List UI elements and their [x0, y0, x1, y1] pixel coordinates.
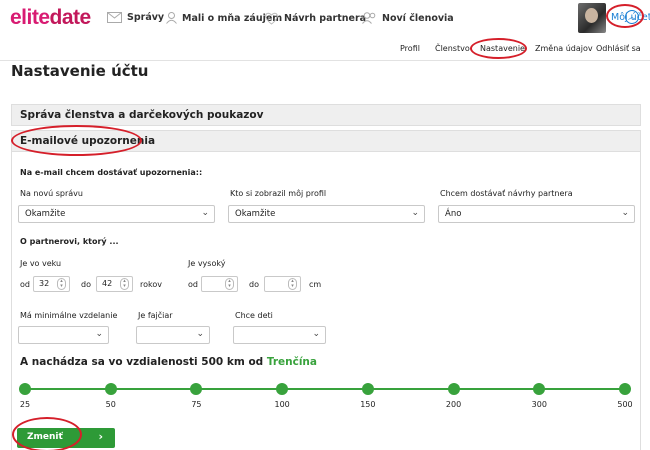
subnav-change-data[interactable]: Změna údajov [535, 44, 593, 53]
chevron-down-icon: ⌄ [196, 329, 204, 339]
subnav-membership[interactable]: Členstvo [435, 44, 470, 53]
section-membership[interactable]: Správa členstva a darčekových poukazov [11, 104, 641, 126]
distance-heading: A nachádza sa vo vzdialenosti 500 km od … [20, 356, 317, 368]
profile-view-value: Okamžite [235, 209, 276, 219]
children-label: Chce deti [235, 311, 273, 320]
top-navigation: elitedate Správy Mali o mňa záujem Návrh… [0, 0, 650, 38]
height-from-input[interactable]: ▴ ▾ [201, 276, 238, 292]
submit-button[interactable]: Zmeniť › [17, 428, 115, 448]
smoker-select[interactable]: ⌄ [136, 326, 210, 344]
slider-stop-500[interactable] [619, 383, 631, 395]
partner-suggest-select[interactable]: Áno ⌄ [438, 205, 635, 223]
chevron-up-icon[interactable]: ︿ [625, 10, 639, 24]
education-select[interactable]: ⌄ [18, 326, 109, 344]
age-label: Je vo veku [20, 259, 62, 268]
age-from-label: od [20, 280, 30, 289]
slider-tick-label: 500 [617, 400, 633, 409]
slider-tick-label: 25 [19, 400, 31, 409]
envelope-icon [107, 12, 122, 23]
age-from-input[interactable]: 32 ▴ ▾ [33, 276, 70, 292]
slider-tick-label: 200 [445, 400, 462, 409]
page-title: Nastavenie účtu [11, 62, 149, 80]
chevron-down-icon: ⌄ [95, 329, 103, 339]
notifications-intro: Na e-mail chcem dostávať upozornenia:: [20, 168, 203, 177]
slider-stop-25[interactable] [19, 383, 31, 395]
age-from-value: 32 [39, 279, 50, 288]
nav-suggestions-label: Návrh partnera [284, 13, 367, 24]
subnav-settings[interactable]: Nastavenie [480, 44, 525, 53]
chevron-down-icon: ⌄ [312, 329, 320, 339]
slider-tick-label: 50 [105, 400, 116, 409]
spinner-icon[interactable]: ▴ ▾ [120, 278, 129, 290]
spinner-icon[interactable]: ▴ ▾ [225, 278, 234, 290]
spinner-icon[interactable]: ▴ ▾ [57, 278, 66, 290]
slider-stop-200[interactable] [447, 383, 460, 395]
partner-suggest-value: Áno [445, 209, 462, 219]
new-message-select[interactable]: Okamžite ⌄ [18, 205, 215, 223]
nav-new-members[interactable]: Noví členovia [362, 12, 454, 24]
new-message-label: Na novú správu [20, 189, 83, 198]
slider-stop-300[interactable] [533, 383, 546, 395]
subnav-logout[interactable]: Odhlásiť sa [596, 44, 641, 53]
section-email-notifications[interactable]: E-mailové upozornenia [11, 130, 641, 152]
slider-stop-75[interactable] [190, 383, 203, 395]
heart-icon [265, 12, 278, 25]
children-select[interactable]: ⌄ [233, 326, 326, 344]
profile-view-select[interactable]: Okamžite ⌄ [228, 205, 425, 223]
chevron-right-icon: › [98, 430, 103, 443]
submit-label: Zmeniť [27, 432, 63, 442]
slider-stop-100[interactable] [276, 383, 289, 395]
distance-slider[interactable]: 25 50 75 100 150 200 300 500 [19, 382, 633, 409]
nav-new-members-label: Noví členovia [382, 12, 454, 24]
spinner-icon[interactable]: ▴ ▾ [288, 278, 297, 290]
education-label: Má minimálne vzdelanie [20, 311, 118, 320]
person-icon [166, 12, 177, 24]
slider-stop-150[interactable] [361, 383, 374, 395]
height-to-label: do [249, 280, 259, 289]
age-to-input[interactable]: 42 ▴ ▾ [96, 276, 133, 292]
distance-city: Trenčína [266, 356, 317, 368]
smoker-label: Je fajčiar [138, 311, 173, 320]
header-divider [0, 60, 650, 61]
slider-stop-50[interactable] [104, 383, 117, 395]
nav-suggestions[interactable]: Návrh partnera [264, 12, 366, 25]
logo-part-1: elite [10, 6, 50, 29]
avatar[interactable] [578, 3, 606, 33]
partner-heading: O partnerovi, ktorý ... [20, 237, 119, 246]
age-to-label: do [81, 280, 91, 289]
chevron-down-icon: ⌄ [411, 208, 419, 218]
slider-tick-label: 300 [531, 400, 547, 409]
subnav-profile[interactable]: Profil [400, 44, 420, 53]
height-to-input[interactable]: ▴ ▾ [264, 276, 301, 292]
elitedate-logo[interactable]: elitedate [10, 6, 91, 30]
new-message-value: Okamžite [25, 209, 66, 219]
height-unit: cm [309, 280, 322, 289]
profile-view-label: Kto si zobrazil môj profil [230, 189, 327, 198]
age-to-value: 42 [102, 279, 113, 288]
slider-tick-label: 150 [360, 400, 376, 409]
partner-suggest-label: Chcem dostávať návrhy partnera [440, 189, 573, 198]
people-icon [362, 12, 376, 24]
nav-messages-label: Správy [127, 12, 165, 23]
age-unit: rokov [140, 280, 162, 289]
logo-part-2: date [49, 6, 92, 29]
nav-messages[interactable]: Správy [107, 12, 164, 23]
chevron-down-icon: ⌄ [621, 208, 629, 218]
chevron-down-icon: ⌄ [201, 208, 209, 218]
slider-tick-label: 100 [274, 400, 290, 409]
slider-tick-label: 75 [191, 400, 202, 409]
height-label: Je vysoký [188, 259, 226, 268]
height-from-label: od [188, 280, 198, 289]
distance-prefix: A nachádza sa vo vzdialenosti 500 km od [20, 356, 264, 368]
